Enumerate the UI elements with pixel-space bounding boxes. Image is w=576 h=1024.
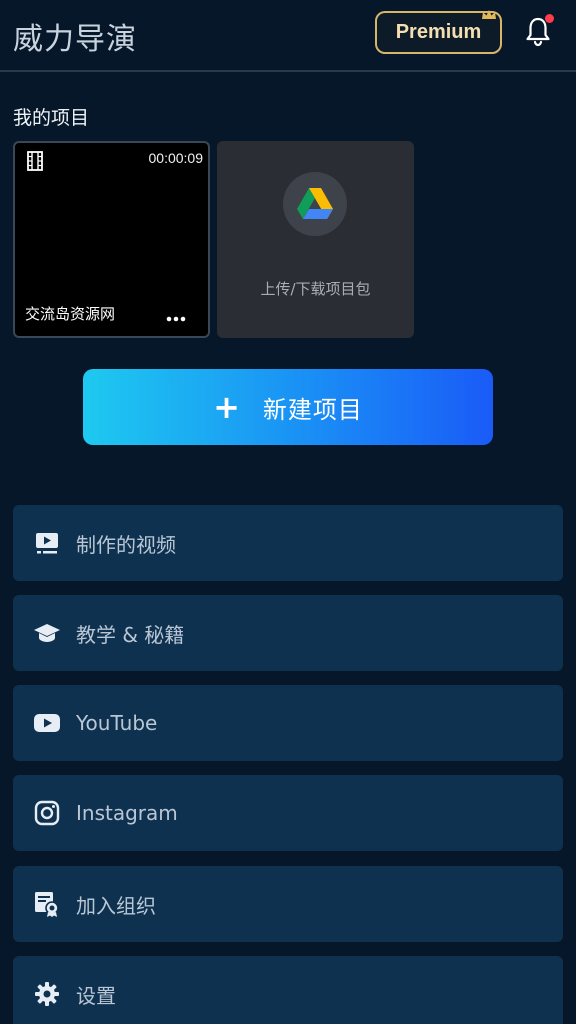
app-title: 威力导演: [13, 22, 137, 57]
premium-label: Premium: [395, 21, 482, 43]
menu-item-label: 加入组织: [76, 893, 156, 918]
menu-item-produced-videos[interactable]: 制作的视频: [13, 505, 563, 581]
produced-video-icon: [33, 529, 61, 557]
plus-icon: +: [213, 388, 241, 426]
menu-item-label: YouTube: [76, 711, 158, 735]
certificate-icon: [33, 890, 61, 918]
menu-item-label: Instagram: [76, 801, 178, 825]
premium-button[interactable]: Premium: [375, 10, 502, 54]
my-projects-heading: 我的项目: [13, 107, 90, 129]
upload-download-project-card[interactable]: 上传/下载项目包: [217, 141, 414, 338]
drive-icon-container: [283, 172, 347, 236]
menu-item-instagram[interactable]: Instagram: [13, 775, 563, 851]
notification-bell-button[interactable]: [524, 14, 554, 48]
menu-item-settings[interactable]: 设置: [13, 956, 563, 1024]
project-name: 交流岛资源网: [25, 305, 116, 323]
menu-item-join-organization[interactable]: 加入组织: [13, 866, 563, 942]
project-card[interactable]: 00:00:09 交流岛资源网: [13, 141, 210, 338]
more-options-icon[interactable]: [166, 316, 186, 322]
project-duration: 00:00:09: [148, 150, 204, 166]
crown-icon: [482, 10, 496, 19]
app-header: 威力导演 Premium: [0, 0, 576, 72]
graduation-cap-icon: [33, 619, 61, 647]
menu-item-tutorials[interactable]: 教学 & 秘籍: [13, 595, 563, 671]
upload-download-label: 上传/下载项目包: [260, 280, 371, 298]
new-project-label: 新建项目: [262, 395, 363, 424]
new-project-button[interactable]: + 新建项目: [83, 369, 493, 445]
youtube-icon: [33, 709, 61, 737]
gear-icon: [33, 980, 61, 1008]
instagram-icon: [33, 799, 61, 827]
google-drive-icon: [297, 188, 333, 219]
notification-dot: [545, 14, 554, 23]
film-icon: [27, 151, 43, 171]
menu-item-label: 设置: [76, 983, 116, 1008]
menu-item-youtube[interactable]: YouTube: [13, 685, 563, 761]
menu-item-label: 制作的视频: [76, 532, 176, 557]
menu-item-label: 教学 & 秘籍: [76, 622, 185, 647]
